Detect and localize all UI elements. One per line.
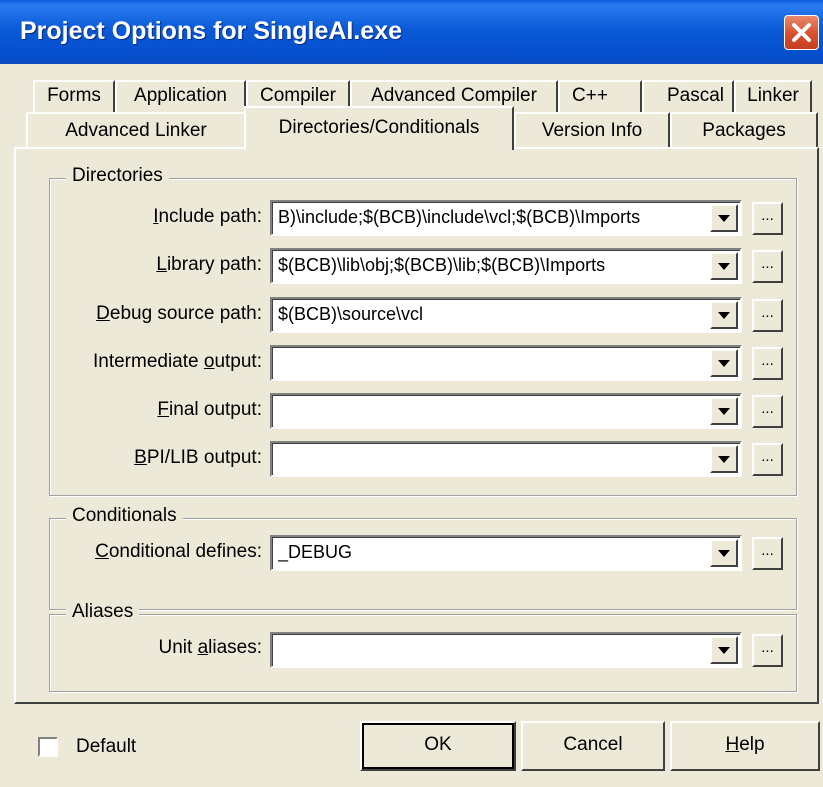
default-checkbox[interactable]	[38, 737, 58, 757]
combo-frame	[272, 395, 740, 427]
tab-application[interactable]: Application	[115, 80, 246, 112]
tab-label: Advanced Linker	[65, 120, 207, 141]
tab-label: Pascal	[666, 85, 724, 106]
chevron-down-icon	[718, 408, 730, 415]
tab-label: Application	[134, 85, 227, 106]
window-title: Project Options for SingleAI.exe	[20, 17, 403, 45]
dropdown-button[interactable]	[710, 445, 738, 473]
dropdown-button[interactable]	[710, 252, 738, 280]
tab-label: C++	[572, 85, 608, 106]
chevron-down-icon	[718, 647, 730, 654]
default-checkbox-label[interactable]: Default	[76, 736, 136, 758]
library-path-label: Library path:	[0, 254, 262, 276]
intermediate-output-combo[interactable]	[270, 345, 742, 381]
final-output-label: Final output:	[0, 399, 262, 421]
close-icon	[792, 23, 811, 42]
include-path-combo[interactable]: B)\include;$(BCB)\include\vcl;$(BCB)\Imp…	[270, 200, 742, 236]
chevron-down-icon	[718, 456, 730, 463]
tab-advanced-linker[interactable]: Advanced Linker	[26, 112, 246, 148]
bpi-lib-output-combo[interactable]	[270, 441, 742, 477]
tab-linker[interactable]: Linker	[734, 80, 812, 112]
dropdown-button[interactable]	[710, 539, 738, 567]
label-text: inal output:	[169, 399, 262, 420]
chevron-down-icon	[718, 360, 730, 367]
tab-label: Version Info	[541, 120, 643, 141]
button-label: elp	[739, 734, 765, 755]
include-path-browse-button[interactable]: ...	[752, 202, 783, 235]
include-path-value[interactable]: B)\include;$(BCB)\include\vcl;$(BCB)\Imp…	[278, 207, 702, 228]
tab-label: Directories/Conditionals	[278, 117, 480, 138]
close-button[interactable]	[784, 15, 819, 50]
library-path-browse-button[interactable]: ...	[752, 250, 783, 283]
tab-label: Linker	[747, 85, 799, 106]
dropdown-button[interactable]	[710, 204, 738, 232]
access-key: H	[725, 734, 740, 755]
tab-packages[interactable]: Packages	[670, 112, 818, 148]
tab-label: Forms	[47, 85, 101, 106]
ok-button[interactable]: OK	[360, 721, 516, 771]
unit-aliases-label: Unit aliases:	[0, 637, 262, 659]
include-path-label: Include path:	[0, 206, 262, 228]
label-text: liases:	[208, 637, 262, 658]
label-text: PI/LIB output:	[146, 447, 262, 468]
final-output-combo[interactable]	[270, 393, 742, 429]
combo-frame	[272, 634, 740, 666]
label-text: Intermediate	[92, 351, 204, 372]
conditionals-group-title: Conditionals	[66, 505, 183, 527]
chevron-down-icon	[718, 312, 730, 319]
debug-source-path-browse-button[interactable]: ...	[752, 299, 783, 332]
conditional-defines-label: Conditional defines:	[0, 541, 262, 563]
label-text: Unit	[158, 637, 198, 658]
dropdown-button[interactable]	[710, 301, 738, 329]
label-text: utput:	[214, 351, 262, 372]
directories-group-title: Directories	[66, 165, 169, 187]
debug-source-path-value[interactable]: $(BCB)\source\vcl	[278, 304, 702, 325]
access-key: L	[156, 254, 167, 275]
tab-cpp[interactable]: C++	[558, 80, 642, 112]
bpi-lib-output-browse-button[interactable]: ...	[752, 443, 783, 476]
tab-forms[interactable]: Forms	[33, 80, 115, 112]
access-key: F	[157, 399, 170, 420]
chevron-down-icon	[718, 215, 730, 222]
access-key: o	[203, 351, 215, 372]
intermediate-output-browse-button[interactable]: ...	[752, 347, 783, 380]
debug-source-path-label: Debug source path:	[0, 303, 262, 325]
debug-source-path-combo[interactable]: $(BCB)\source\vcl	[270, 297, 742, 333]
conditional-defines-browse-button[interactable]: ...	[752, 537, 783, 570]
access-key: D	[96, 303, 110, 324]
conditional-defines-value[interactable]: _DEBUG	[278, 542, 702, 563]
dropdown-button[interactable]	[710, 636, 738, 664]
access-key: a	[197, 637, 209, 658]
combo-frame	[272, 443, 740, 475]
final-output-browse-button[interactable]: ...	[752, 395, 783, 428]
dropdown-button[interactable]	[710, 397, 738, 425]
aliases-group-title: Aliases	[66, 601, 140, 623]
dropdown-button[interactable]	[710, 349, 738, 377]
help-button[interactable]: Help	[670, 721, 820, 771]
label-text: onditional defines:	[108, 541, 262, 562]
chevron-down-icon	[718, 263, 730, 270]
library-path-value[interactable]: $(BCB)\lib\obj;$(BCB)\lib;$(BCB)\Imports	[278, 255, 702, 276]
bpi-lib-output-label: BPI/LIB output:	[0, 447, 262, 469]
label-text: ebug source path:	[109, 303, 262, 324]
unit-aliases-combo[interactable]	[270, 632, 742, 668]
cancel-button[interactable]: Cancel	[521, 721, 665, 771]
conditional-defines-combo[interactable]: _DEBUG	[270, 535, 742, 571]
label-text: ibrary path:	[166, 254, 262, 275]
tab-label: Packages	[702, 120, 786, 141]
title-bar[interactable]: Project Options for SingleAI.exe	[0, 0, 823, 64]
tab-version-info[interactable]: Version Info	[514, 112, 670, 148]
intermediate-output-label: Intermediate output:	[0, 351, 262, 373]
unit-aliases-browse-button[interactable]: ...	[752, 634, 783, 667]
label-text: nclude path:	[158, 206, 262, 227]
library-path-combo[interactable]: $(BCB)\lib\obj;$(BCB)\lib;$(BCB)\Imports	[270, 248, 742, 284]
project-options-dialog: Project Options for SingleAI.exe Forms A…	[0, 0, 823, 787]
access-key: C	[95, 541, 109, 562]
tab-directories-conditionals[interactable]: Directories/Conditionals	[244, 106, 514, 150]
combo-frame	[272, 347, 740, 379]
chevron-down-icon	[718, 550, 730, 557]
tab-pascal[interactable]: Pascal	[642, 80, 734, 112]
access-key: B	[134, 447, 147, 468]
